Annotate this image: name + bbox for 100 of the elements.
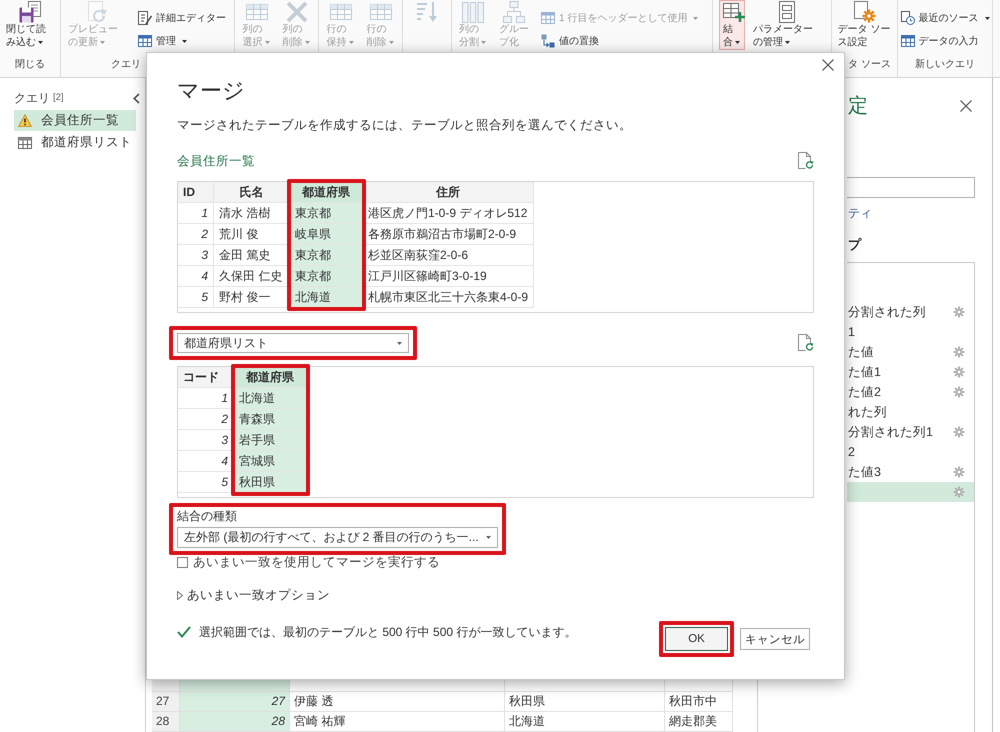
group-label: 新しいクエリ: [914, 58, 976, 72]
step-item[interactable]: た値3: [847, 462, 974, 482]
settings-icon[interactable]: [953, 346, 965, 358]
document-icon: [138, 11, 152, 25]
table-cell: 港区虎ノ門1-0-9 ディオレ512: [363, 203, 534, 224]
step-item[interactable]: た値1: [847, 362, 974, 382]
table-cell: 4: [178, 266, 214, 287]
columns-icon: [462, 1, 484, 23]
ribbon-button[interactable]: 閉じて読み込む: [2, 0, 58, 50]
column-header[interactable]: コード: [178, 367, 234, 388]
table-cell: 東京都: [290, 266, 363, 287]
table-cell: 北海道: [505, 712, 665, 732]
table-icon: [18, 136, 32, 148]
panel-title: 定: [847, 94, 868, 118]
sort-icon: [416, 1, 438, 23]
close-button[interactable]: [821, 58, 835, 72]
cancel-button[interactable]: キャンセル: [740, 628, 810, 650]
caret-icon: [397, 342, 402, 344]
column-header[interactable]: 都道府県: [234, 367, 307, 388]
column-header[interactable]: 都道府県: [290, 182, 363, 203]
step-item[interactable]: た値: [847, 342, 974, 362]
dialog-title: マージ: [177, 78, 246, 104]
table-cell: 各務原市鵜沼古市場町2-0-9: [363, 224, 534, 245]
table-cell: 岩手県: [234, 430, 307, 451]
ribbon-button[interactable]: データ ソース設定: [834, 0, 896, 50]
step-item[interactable]: 1: [847, 322, 974, 342]
close-icon: [822, 59, 834, 71]
settings-icon[interactable]: [953, 426, 965, 438]
refresh-icon[interactable]: [798, 152, 814, 170]
ribbon-button[interactable]: データの入力: [896, 31, 994, 51]
dialog-description: マージされたテーブルを作成するには、テーブルと照合列を選んでください。: [177, 118, 633, 133]
column-header[interactable]: 氏名: [214, 182, 290, 203]
step-item[interactable]: れた列: [847, 402, 974, 422]
ribbon-button[interactable]: 結合: [719, 0, 745, 50]
settings-icon[interactable]: [953, 366, 965, 378]
grid-icon: [370, 1, 392, 23]
table-cell: 宮城県: [234, 451, 307, 472]
refresh-icon[interactable]: [798, 334, 814, 352]
table-cell: 28: [180, 712, 290, 732]
table-name-label: 会員住所一覧: [177, 153, 255, 170]
settings-icon[interactable]: [953, 386, 965, 398]
table-cell: 秋田県: [505, 692, 665, 712]
table-cell: 秋田県: [234, 472, 307, 493]
table-cell: 秋田市中: [665, 692, 733, 712]
settings-icon[interactable]: [953, 306, 965, 318]
settings-icon[interactable]: [953, 466, 965, 478]
table-cell: 伊藤 透: [290, 692, 505, 712]
column-header[interactable]: 住所: [363, 182, 534, 203]
table-cell: 札幌市東区北三十六条東4-0-9: [363, 287, 534, 308]
ribbon-button[interactable]: 管理: [134, 31, 230, 51]
table-cell: 北海道: [234, 388, 307, 409]
warning-icon: [18, 114, 32, 127]
fuzzy-options-expander[interactable]: あいまい一致オプション: [177, 588, 330, 602]
table-icon: [900, 34, 914, 48]
table-cell: 3: [178, 245, 214, 266]
table-dropdown[interactable]: 都道府県リスト: [177, 333, 409, 353]
expand-arrow-icon: [177, 590, 183, 600]
ribbon-button[interactable]: パラメーターの管理: [749, 0, 825, 50]
join-kind-dropdown[interactable]: 左外部 (最初の行すべて、および 2 番目の行のうち一...: [177, 527, 498, 548]
column-header[interactable]: ID: [178, 182, 214, 203]
table-cell: 江戸川区篠崎町3-0-19: [363, 266, 534, 287]
row-number: 27: [152, 692, 180, 712]
link[interactable]: ティ: [847, 206, 872, 220]
table-cell: 2: [178, 224, 214, 245]
step-item[interactable]: 2: [847, 442, 974, 462]
search-field[interactable]: [847, 177, 975, 198]
ok-button[interactable]: OK: [665, 627, 728, 651]
group-label: クエリ: [110, 58, 142, 72]
checkbox[interactable]: [177, 556, 188, 568]
hierarchy-icon: [503, 1, 525, 23]
table-cell: 1: [178, 203, 214, 224]
chevron-left-icon[interactable]: [133, 92, 140, 104]
ribbon-button[interactable]: 最近のソース: [896, 8, 994, 28]
step-item[interactable]: 分割された列: [847, 302, 974, 322]
query-count: [2]: [53, 91, 64, 105]
query-item[interactable]: 都道府県リスト: [14, 132, 136, 153]
status-message: 選択範囲では、最初のテーブルと 500 行中 500 行が一致しています。: [199, 624, 576, 640]
table-icon: [541, 11, 555, 25]
table-cell: 27: [180, 692, 290, 712]
settings-icon[interactable]: [953, 486, 965, 498]
field-label: 結合の種類: [177, 509, 238, 524]
caret-icon: [486, 536, 491, 539]
refresh-icon: [86, 1, 108, 23]
checkbox-label[interactable]: あいまい一致を使用してマージを実行する: [193, 555, 440, 569]
cross-icon: [286, 1, 308, 23]
query-item[interactable]: 会員住所一覧: [14, 110, 136, 131]
table-cell: 宮崎 祐輝: [290, 712, 505, 732]
close-icon[interactable]: [960, 100, 972, 112]
ribbon-button[interactable]: 詳細エディター: [134, 8, 230, 28]
ribbon-button[interactable]: 値の置換: [537, 31, 702, 51]
section-heading: プ: [847, 238, 861, 252]
replace-icon: [541, 34, 555, 48]
step-item[interactable]: [847, 482, 974, 502]
step-item[interactable]: 分割された列1: [847, 422, 974, 442]
table-cell: 青森県: [234, 409, 307, 430]
grid-icon: [246, 1, 268, 23]
table-cell: 岐阜県: [290, 224, 363, 245]
step-item[interactable]: た値2: [847, 382, 974, 402]
table-cell: 網走郡美: [665, 712, 733, 732]
grid-icon: [330, 1, 352, 23]
